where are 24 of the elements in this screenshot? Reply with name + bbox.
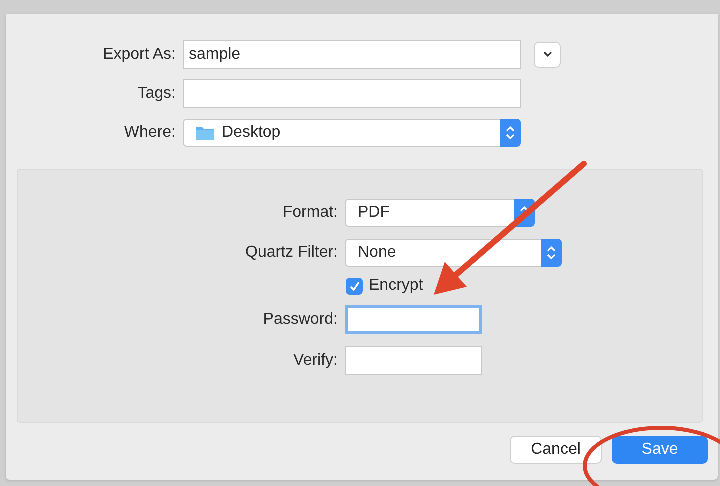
field-label: Quartz Filter: bbox=[244, 243, 339, 263]
field-label: Format: bbox=[282, 203, 339, 223]
field-label: Password: bbox=[262, 310, 339, 330]
chevron-icon bbox=[542, 51, 552, 58]
checkmark-icon bbox=[348, 280, 360, 292]
location-popup[interactable]: Desktop bbox=[183, 118, 521, 146]
encrypt-checkbox[interactable] bbox=[346, 278, 363, 294]
password-field[interactable] bbox=[345, 305, 482, 334]
popup-button[interactable]: None bbox=[345, 239, 562, 267]
popup-button[interactable]: PDF bbox=[345, 199, 535, 227]
field-label: Where: bbox=[123, 122, 177, 142]
password-field[interactable] bbox=[345, 346, 482, 375]
field-label: Tags: bbox=[136, 84, 177, 104]
stepper-icon[interactable] bbox=[500, 118, 521, 146]
expand-button[interactable] bbox=[534, 42, 561, 68]
cancel-button[interactable]: Cancel bbox=[510, 436, 602, 464]
field-label: Verify: bbox=[292, 350, 339, 370]
text-field[interactable] bbox=[183, 79, 521, 108]
save-button[interactable]: Save bbox=[612, 436, 708, 464]
stepper-icon[interactable] bbox=[541, 239, 562, 267]
field-label: Export As: bbox=[102, 44, 177, 64]
checkbox-label: Encrypt bbox=[369, 276, 424, 296]
text-field[interactable]: sample bbox=[183, 40, 521, 69]
folder-icon bbox=[195, 124, 215, 140]
